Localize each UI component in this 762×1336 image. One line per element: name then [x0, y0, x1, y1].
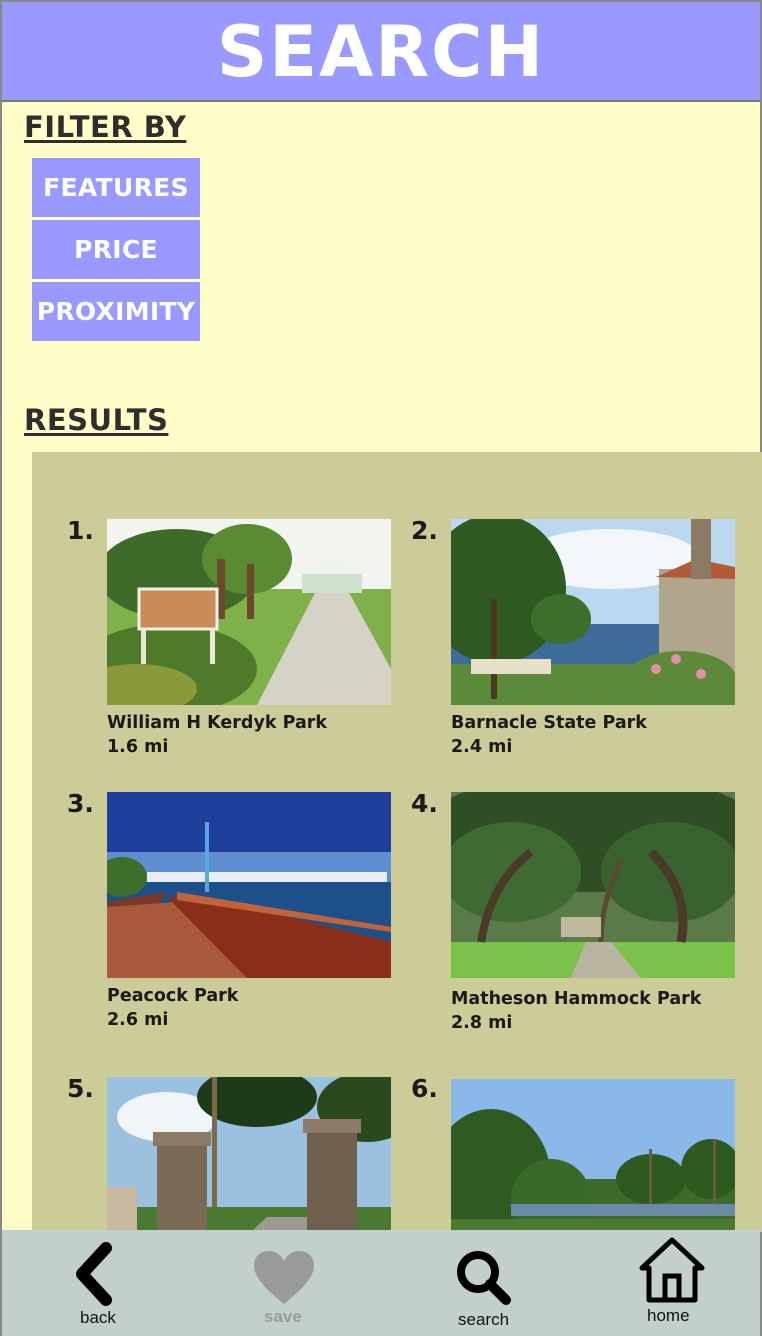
heart-icon — [254, 1251, 314, 1304]
filter-button-group: FEATURES PRICE PROXIMITY — [32, 158, 200, 341]
park-name: Peacock Park — [107, 986, 239, 1006]
nav-home-label: home — [647, 1306, 690, 1325]
house-icon — [639, 1237, 705, 1303]
result-number: 1. — [67, 516, 94, 545]
result-number: 2. — [411, 516, 438, 545]
park-distance: 1.6 mi — [107, 737, 169, 757]
park-photo[interactable] — [107, 1077, 391, 1232]
results-panel: 1. William H Kerdyk Park 1.6 mi 2. Barna… — [32, 452, 762, 1232]
park-name: Barnacle State Park — [451, 713, 647, 733]
park-photo[interactable] — [107, 519, 391, 705]
bottom-navigation: back save search home — [2, 1230, 760, 1336]
result-number: 3. — [67, 789, 94, 818]
park-photo[interactable] — [451, 792, 735, 978]
app-header: SEARCH — [2, 0, 760, 102]
park-photo[interactable] — [451, 519, 735, 705]
park-distance: 2.8 mi — [451, 1013, 513, 1033]
nav-save-label: save — [264, 1307, 302, 1326]
park-photo[interactable] — [451, 1079, 735, 1232]
nav-search-label: search — [458, 1310, 510, 1329]
page-title: SEARCH — [216, 11, 546, 93]
result-number: 4. — [411, 789, 438, 818]
result-number: 6. — [411, 1074, 438, 1103]
filter-price-button[interactable]: PRICE — [32, 220, 200, 279]
result-number: 5. — [67, 1074, 94, 1103]
park-distance: 2.4 mi — [451, 737, 513, 757]
nav-search-button[interactable]: search — [440, 1230, 530, 1336]
park-distance: 2.6 mi — [107, 1010, 169, 1030]
nav-back-label: back — [80, 1308, 116, 1327]
park-name: William H Kerdyk Park — [107, 713, 328, 733]
nav-home-button[interactable]: home — [625, 1230, 715, 1336]
nav-save-button[interactable]: save — [238, 1230, 328, 1336]
nav-back-button[interactable]: back — [54, 1230, 144, 1336]
park-photo[interactable] — [107, 792, 391, 978]
chevron-left-icon — [76, 1242, 112, 1306]
filter-by-heading: FILTER BY — [24, 110, 187, 144]
filter-features-button[interactable]: FEATURES — [32, 158, 200, 217]
filter-proximity-button[interactable]: PROXIMITY — [32, 282, 200, 341]
results-heading: RESULTS — [24, 403, 169, 437]
park-name: Matheson Hammock Park — [451, 989, 702, 1009]
magnifier-icon — [457, 1251, 511, 1305]
